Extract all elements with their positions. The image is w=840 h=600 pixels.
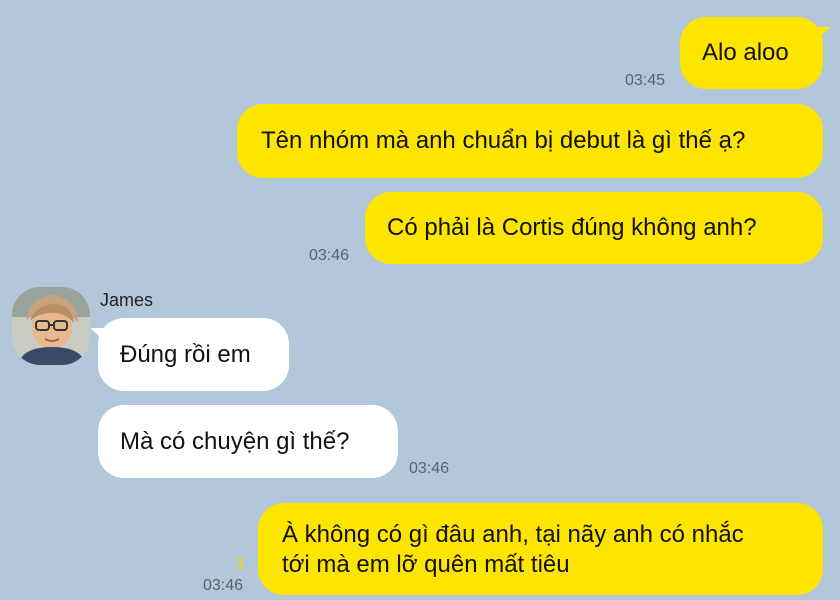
message-text-line: tới mà em lỡ quên mất tiêu <box>282 551 570 578</box>
message-text-line: À không có gì đâu anh, tại nãy anh có nh… <box>282 521 744 548</box>
sender-name: James <box>100 290 154 310</box>
unread-count: 1 <box>236 555 245 572</box>
message-text: Tên nhóm mà anh chuẩn bị debut là gì thế… <box>261 127 746 154</box>
profile-photo-icon <box>12 287 90 365</box>
my-message-bubble[interactable]: À không có gì đâu anh, tại nãy anh có nh… <box>258 503 823 595</box>
my-message-bubble[interactable]: Tên nhóm mà anh chuẩn bị debut là gì thế… <box>237 104 823 178</box>
message-time: 03:46 <box>309 247 350 264</box>
contact-avatar[interactable] <box>12 287 90 365</box>
their-message-bubble[interactable]: Mà có chuyện gì thế? <box>98 405 398 478</box>
their-message-bubble[interactable]: Đúng rồi em <box>90 318 289 391</box>
message-text: Có phải là Cortis đúng không anh? <box>387 214 757 241</box>
my-message-bubble[interactable]: Có phải là Cortis đúng không anh? <box>365 192 823 264</box>
message-text: Alo aloo <box>702 39 789 66</box>
message-time: 03:46 <box>409 460 450 477</box>
chat-room: Alo aloo 03:45 Tên nhóm mà anh chuẩn bị … <box>0 0 840 600</box>
message-text: Đúng rồi em <box>120 341 251 368</box>
my-message-bubble[interactable]: Alo aloo <box>680 17 831 89</box>
message-text: Mà có chuyện gì thế? <box>120 428 350 455</box>
message-time: 03:46 <box>203 577 244 594</box>
message-time: 03:45 <box>625 72 666 89</box>
